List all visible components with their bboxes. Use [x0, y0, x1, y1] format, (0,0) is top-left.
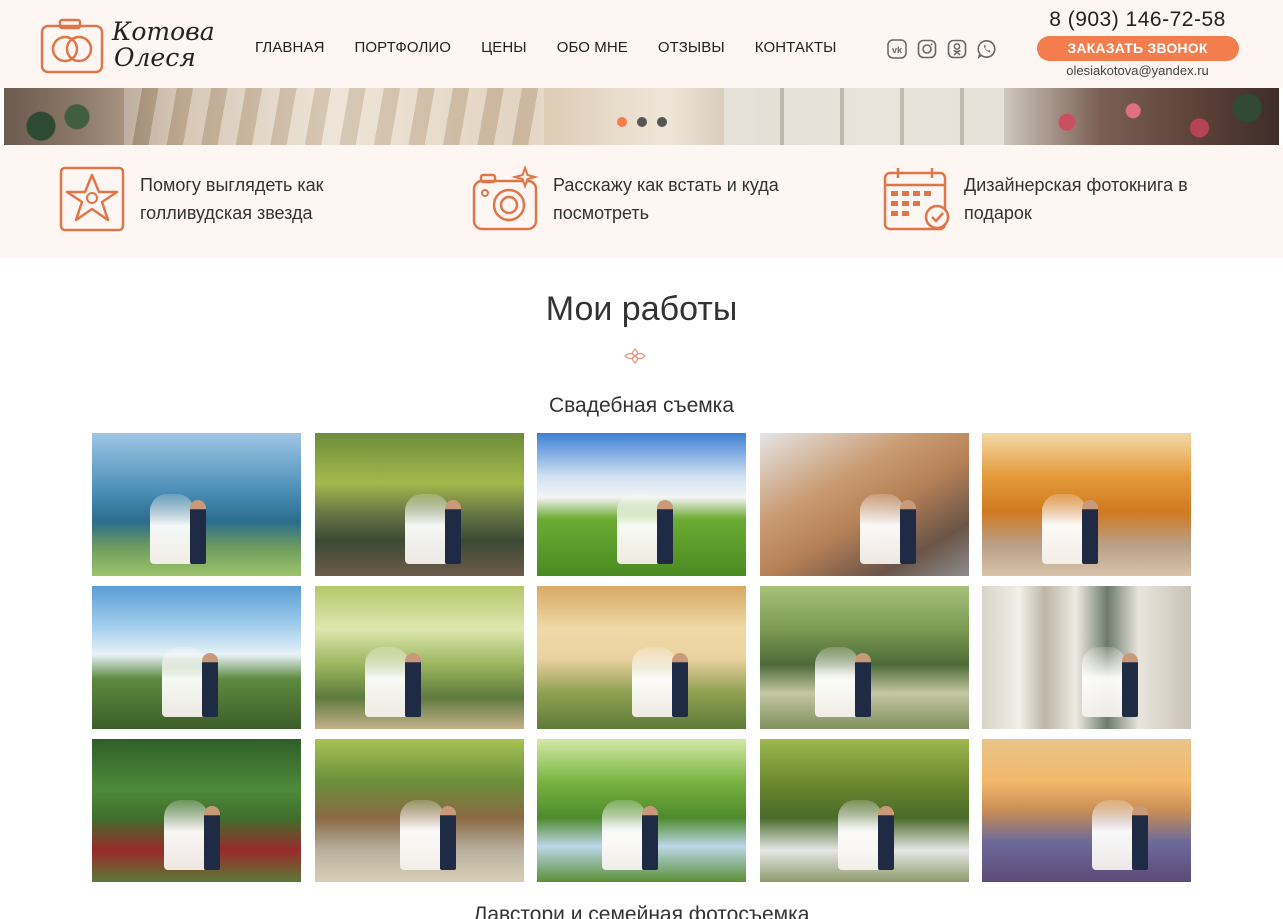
logo-line1: Котова [112, 17, 215, 46]
nav-home[interactable]: ГЛАВНАЯ [255, 39, 325, 56]
site-header: Котова Олеся ГЛАВНАЯ ПОРТФОЛИО ЦЕНЫ ОБО … [0, 0, 1283, 88]
groom-figure [672, 653, 688, 717]
svg-text:vk: vk [892, 45, 903, 55]
nav-about[interactable]: ОБО МНЕ [557, 39, 628, 56]
gallery-photo[interactable] [537, 586, 746, 729]
bride-figure [404, 494, 449, 564]
gallery-photo[interactable] [314, 586, 524, 729]
order-call-button[interactable]: ЗАКАЗАТЬ ЗВОНОК [1036, 36, 1239, 61]
groom-figure [202, 653, 218, 717]
bride-figure [1092, 800, 1136, 870]
groom-figure [404, 653, 421, 717]
groom-figure [854, 653, 871, 717]
groom-figure [190, 500, 206, 564]
bride-figure [399, 800, 444, 870]
groom-figure [204, 806, 220, 870]
gallery-photo[interactable] [537, 433, 746, 576]
odnoklassniki-icon[interactable] [947, 39, 967, 59]
slider-dot-3[interactable] [657, 117, 667, 127]
bride-figure [859, 494, 904, 564]
gallery-photo[interactable] [759, 739, 969, 882]
hero-slider [4, 88, 1279, 145]
email-link[interactable]: olesiakotova@yandex.ru [1035, 63, 1240, 78]
calendar-icon [883, 168, 950, 231]
bride-figure [364, 647, 409, 717]
section-title: Мои работы [545, 290, 738, 328]
whatsapp-icon[interactable] [977, 39, 997, 59]
gallery-photo[interactable] [92, 433, 301, 576]
next-section-title: Лавстори и семейная фотосъемка [473, 903, 810, 919]
bride-figure [814, 647, 859, 717]
slider-dot-2[interactable] [637, 117, 647, 127]
groom-figure [642, 806, 658, 870]
bride-figure [617, 494, 661, 564]
bride-figure [837, 800, 882, 870]
social-links: vk [887, 39, 997, 59]
groom-figure [1132, 806, 1148, 870]
gallery-photo[interactable] [537, 739, 746, 882]
groom-figure [439, 806, 456, 870]
slide-fabric [124, 88, 544, 145]
groom-figure [444, 500, 461, 564]
groom-figure [899, 500, 916, 564]
bride-figure [164, 800, 208, 870]
gallery-photo[interactable] [982, 739, 1191, 882]
subsection-title: Свадебная съемка [548, 394, 735, 417]
photo-gallery [92, 433, 1191, 882]
features-band: Помогу выглядеть как голливудская звезда… [0, 145, 1283, 258]
slide-image [14, 98, 104, 145]
gallery-photo[interactable] [982, 586, 1191, 729]
bride-figure [632, 647, 676, 717]
camera-icon [472, 165, 539, 231]
feature-text: Расскажу как встать и куда посмотреть [553, 175, 779, 223]
instagram-icon[interactable] [917, 39, 937, 59]
groom-figure [1082, 500, 1098, 564]
bride-figure [602, 800, 646, 870]
gallery-photo[interactable] [92, 586, 301, 729]
phone-number[interactable]: 8 (903) 146-72-58 [1035, 8, 1240, 32]
nav-contacts[interactable]: КОНТАКТЫ [755, 39, 837, 56]
star-frame-icon [59, 166, 125, 232]
bride-figure [150, 494, 194, 564]
vk-icon[interactable]: vk [887, 39, 907, 59]
feature-item: Помогу выглядеть как голливудская звезда [58, 165, 420, 233]
slide-flowers [1014, 88, 1279, 145]
slider-dot-1[interactable] [617, 117, 627, 127]
slide-stones [724, 88, 1004, 145]
main-nav: ГЛАВНАЯ ПОРТФОЛИО ЦЕНЫ ОБО МНЕ ОТЗЫВЫ КО… [240, 39, 852, 56]
slider-dots [617, 117, 667, 127]
nav-portfolio[interactable]: ПОРТФОЛИО [355, 39, 452, 56]
feature-text: Помогу выглядеть как голливудская звезда [140, 175, 324, 223]
gallery-photo[interactable] [314, 433, 524, 576]
bride-figure [162, 647, 206, 717]
feature-item: Расскажу как встать и куда посмотреть [471, 165, 833, 233]
logo-line2: Олеся [114, 43, 196, 72]
gallery-photo[interactable] [92, 739, 301, 882]
logo[interactable]: Котова Олеся [40, 14, 220, 76]
groom-figure [877, 806, 894, 870]
contact-block: 8 (903) 146-72-58 ЗАКАЗАТЬ ЗВОНОК olesia… [1035, 8, 1240, 78]
gallery-photo[interactable] [314, 739, 524, 882]
gallery-photo[interactable] [759, 586, 969, 729]
logo-text: Котова Олеся [112, 19, 215, 71]
ornament-divider [470, 348, 800, 364]
groom-figure [657, 500, 673, 564]
groom-figure [1122, 653, 1138, 717]
rings-logo-icon [40, 16, 104, 74]
feature-text: Дизайнерская фотокнига в подарок [964, 175, 1188, 223]
gallery-photo[interactable] [982, 433, 1191, 576]
gallery-photo[interactable] [759, 433, 969, 576]
feature-item: Дизайнерская фотокнига в подарок [882, 165, 1244, 233]
bride-figure [1082, 647, 1126, 717]
nav-prices[interactable]: ЦЕНЫ [481, 39, 527, 56]
nav-reviews[interactable]: ОТЗЫВЫ [658, 39, 725, 56]
bride-figure [1042, 494, 1086, 564]
